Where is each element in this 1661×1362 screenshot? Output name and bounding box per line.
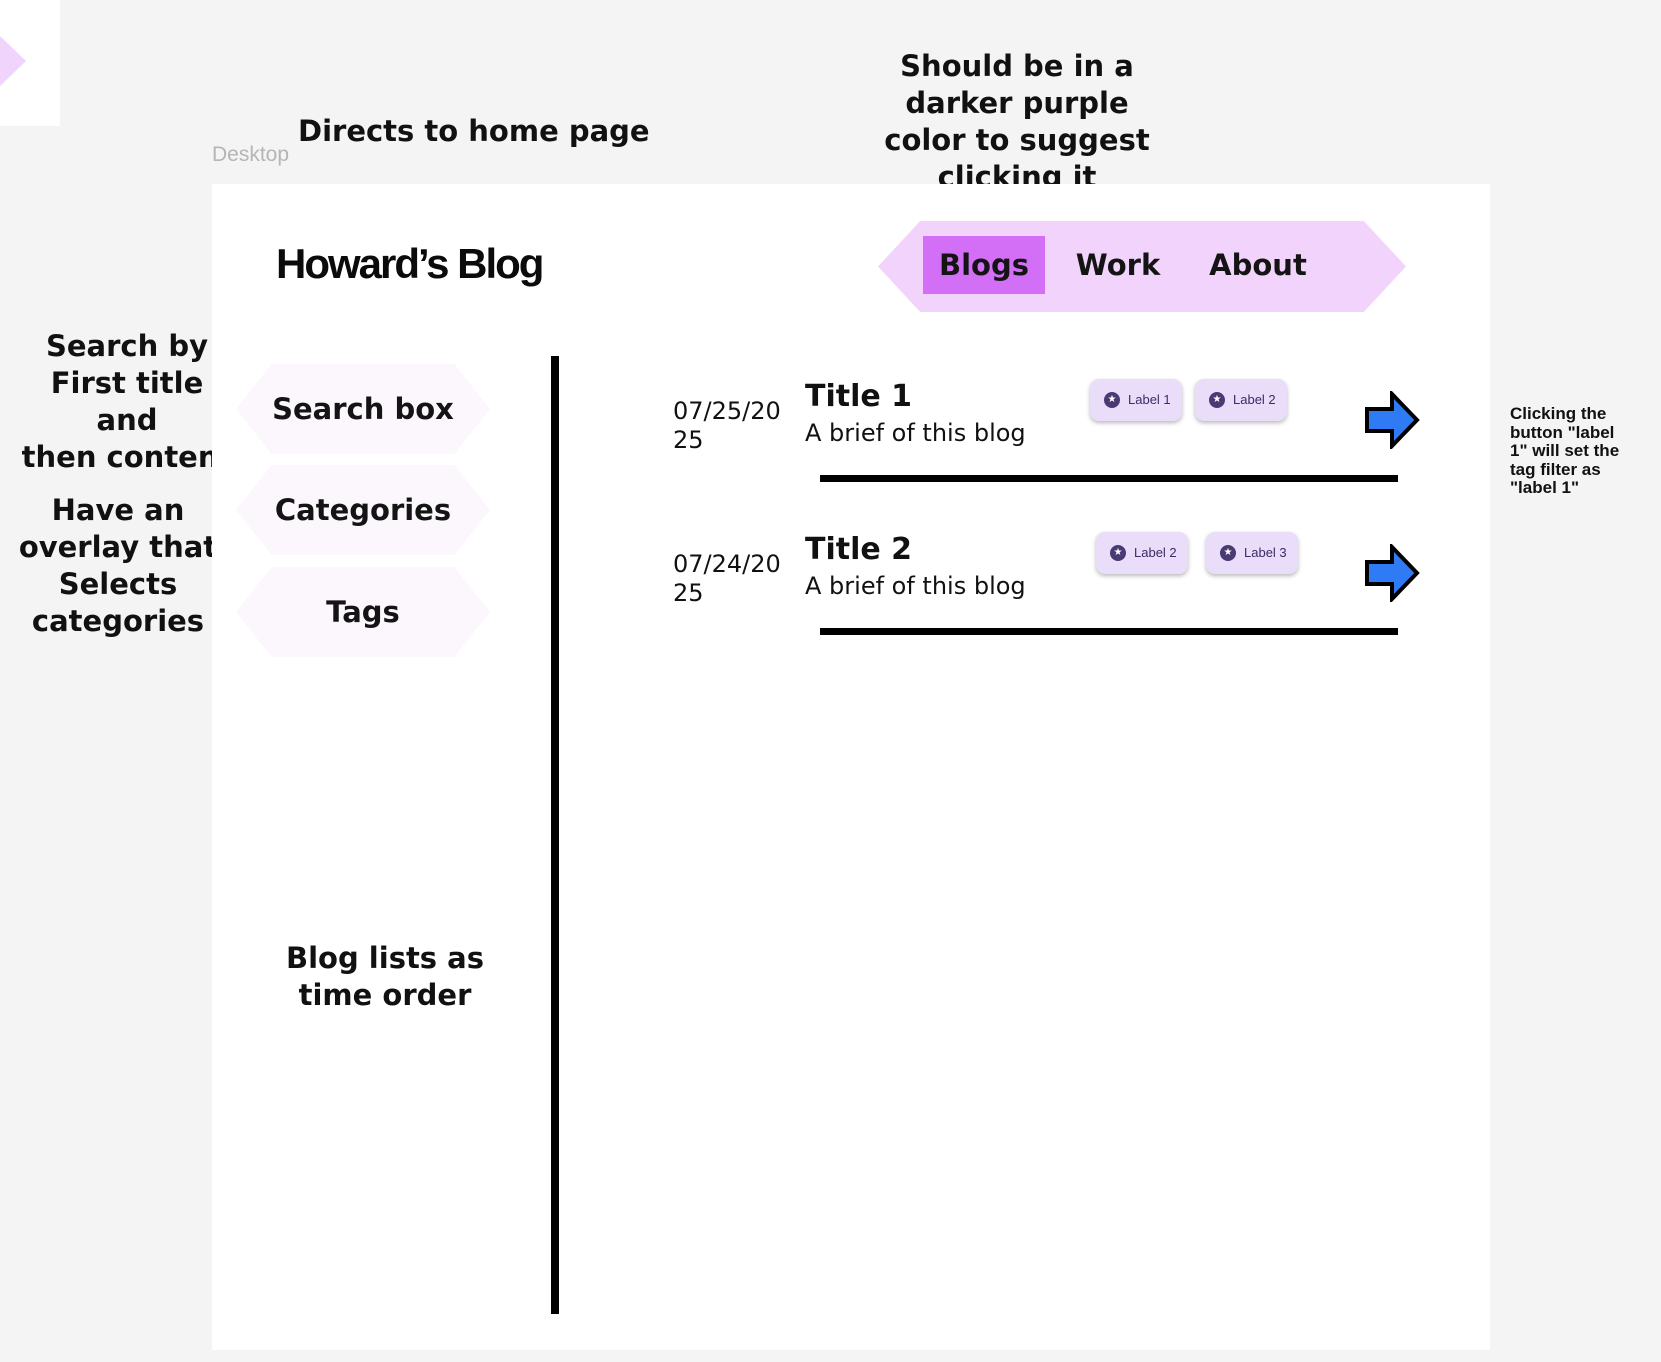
label-chip[interactable]: ★ Label 1 (1090, 379, 1182, 421)
site-logo[interactable]: Howard’s Blog (276, 240, 544, 288)
blog-post: 07/25/2025 Title 1 A brief of this blog … (560, 365, 1460, 515)
chip-label: Label 2 (1233, 392, 1276, 407)
post-date: 07/24/2025 (673, 550, 781, 607)
star-icon: ★ (1220, 545, 1236, 561)
star-icon: ★ (1110, 545, 1126, 561)
desktop-frame (212, 184, 1490, 1350)
frame-label: Desktop (212, 143, 290, 166)
star-icon: ★ (1104, 392, 1120, 408)
post-separator (820, 628, 1398, 635)
post-separator (820, 475, 1398, 482)
nav-work[interactable]: Work (1068, 236, 1168, 294)
note-line: categories (31, 604, 205, 638)
post-brief: A brief of this blog (805, 419, 1026, 447)
note-line: First title and (50, 366, 204, 437)
post-brief: A brief of this blog (805, 572, 1026, 600)
note-line: "label 1" (1510, 478, 1580, 497)
post-date: 07/25/2025 (673, 397, 781, 454)
note-line: color to suggest (884, 123, 1150, 157)
label-chip[interactable]: ★ Label 3 (1206, 532, 1298, 574)
note-line: Have an (51, 493, 185, 527)
note-line: tag filter as (1510, 459, 1601, 479)
note-line: darker purple (905, 86, 1129, 120)
categories-button[interactable]: Categories (236, 465, 490, 555)
note-line: then content (21, 440, 233, 474)
label-chip[interactable]: ★ Label 2 (1096, 532, 1188, 574)
main-nav: Blogs Work About (878, 221, 1406, 312)
note-blog-list: Blog lists as time order (280, 940, 490, 1014)
note-label-click: Clicking the button "label 1" will set t… (1510, 404, 1660, 498)
note-line: Blog lists as (285, 941, 484, 975)
vertical-divider (551, 356, 559, 1314)
note-line: overlay that (18, 530, 218, 564)
arrow-right-icon[interactable] (1364, 391, 1420, 449)
note-darker-purple: Should be in a darker purple color to su… (870, 48, 1164, 196)
search-box-button[interactable]: Search box (236, 364, 490, 454)
star-icon: ★ (1209, 392, 1225, 408)
chip-label: Label 3 (1244, 545, 1287, 560)
note-line: button "label (1510, 422, 1615, 442)
arrow-right-icon[interactable] (1364, 544, 1420, 602)
note-line: Clicking the (1510, 404, 1607, 423)
note-line: 1" will set the (1510, 441, 1620, 460)
note-line: Should be in a (900, 49, 1134, 83)
note-search: Search by First title and then content (18, 328, 236, 476)
blog-post: 07/24/2025 Title 2 A brief of this blog … (560, 518, 1460, 668)
nav-about[interactable]: About (1203, 236, 1313, 294)
note-line: time order (298, 978, 472, 1012)
nav-blogs[interactable]: Blogs (923, 236, 1045, 294)
chip-label: Label 1 (1128, 392, 1171, 407)
chip-label: Label 2 (1134, 545, 1177, 560)
tags-button[interactable]: Tags (236, 567, 490, 657)
note-line: Selects (58, 567, 178, 601)
triangle-shape (0, 36, 26, 86)
note-line: Search by (45, 329, 209, 363)
note-directs-home: Directs to home page (298, 114, 650, 148)
adjacent-frame-fragment (0, 0, 60, 126)
note-overlay: Have an overlay that Selects categories (18, 492, 218, 640)
label-chip[interactable]: ★ Label 2 (1195, 379, 1287, 421)
post-title[interactable]: Title 1 (805, 379, 912, 414)
post-title[interactable]: Title 2 (805, 532, 912, 567)
